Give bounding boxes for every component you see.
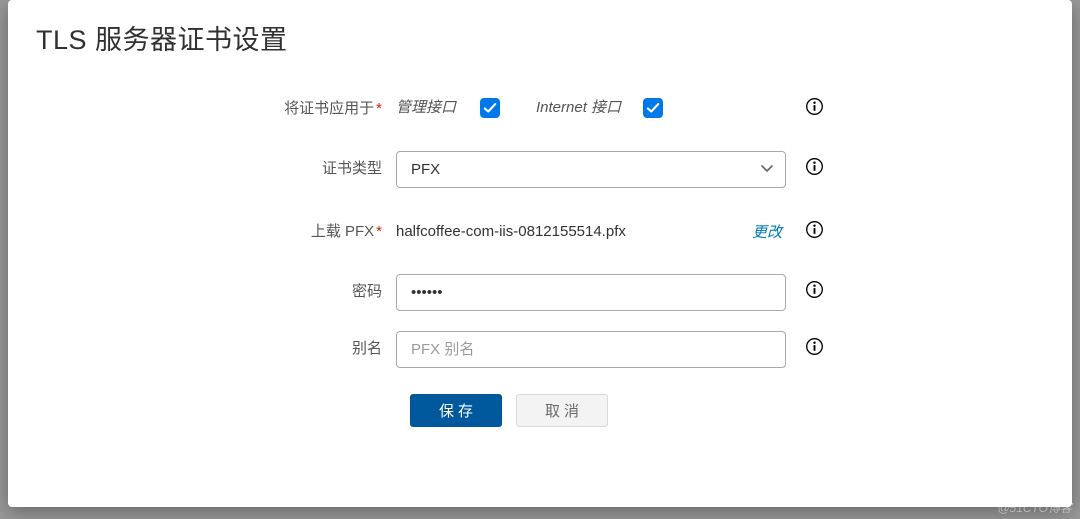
checkbox-internet[interactable] [643, 98, 663, 118]
save-button[interactable]: 保存 [410, 394, 502, 427]
field-cert-type: PFX [396, 151, 786, 188]
row-upload-pfx: 上载 PFX* halfcoffee-com-iis-0812155514.pf… [36, 214, 1044, 248]
info-icon[interactable] [805, 157, 824, 176]
alias-input[interactable] [396, 331, 786, 368]
label-password: 密码 [36, 274, 396, 301]
label-alias: 别名 [36, 331, 396, 358]
chevron-down-icon [759, 160, 775, 180]
row-apply-to: 将证书应用于* 管理接口 Internet 接口 [36, 91, 1044, 125]
option-management: 管理接口 [396, 97, 500, 119]
cert-type-value: PFX [411, 161, 440, 178]
field-upload-pfx: halfcoffee-com-iis-0812155514.pfx 更改 [396, 214, 786, 248]
row-password: 密码 [36, 274, 1044, 311]
uploaded-filename: halfcoffee-com-iis-0812155514.pfx [396, 223, 626, 240]
password-input[interactable] [396, 274, 786, 311]
label-cert-type: 证书类型 [36, 151, 396, 178]
modal-title: TLS 服务器证书设置 [36, 18, 1044, 57]
info-icon[interactable] [805, 337, 824, 356]
option-management-label: 管理接口 [396, 97, 458, 119]
cert-type-select[interactable]: PFX [396, 151, 786, 188]
change-file-link[interactable]: 更改 [752, 221, 786, 242]
checkbox-management[interactable] [480, 98, 500, 118]
row-cert-type: 证书类型 PFX [36, 151, 1044, 188]
label-apply-to: 将证书应用于* [36, 91, 396, 118]
label-upload-pfx: 上载 PFX* [36, 214, 396, 241]
button-row: 保存 取消 [410, 394, 1044, 427]
info-icon[interactable] [805, 280, 824, 299]
info-icon[interactable] [805, 97, 824, 116]
option-internet: Internet 接口 [536, 97, 663, 119]
file-row: halfcoffee-com-iis-0812155514.pfx 更改 [396, 221, 786, 242]
tls-cert-form: 将证书应用于* 管理接口 Internet 接口 [36, 91, 1044, 427]
field-password [396, 274, 786, 311]
apply-to-options: 管理接口 Internet 接口 [396, 91, 786, 125]
tls-cert-modal: TLS 服务器证书设置 将证书应用于* 管理接口 Internet 接口 [8, 0, 1072, 507]
required-marker: * [376, 223, 382, 240]
row-alias: 别名 [36, 331, 1044, 368]
info-icon[interactable] [805, 220, 824, 239]
check-icon [646, 101, 660, 115]
label-upload-pfx-text: 上载 PFX [311, 223, 374, 240]
option-internet-label: Internet 接口 [536, 97, 621, 119]
field-alias [396, 331, 786, 368]
cancel-button[interactable]: 取消 [516, 394, 608, 427]
required-marker: * [376, 100, 382, 117]
check-icon [483, 101, 497, 115]
label-apply-to-text: 将证书应用于 [284, 100, 374, 117]
